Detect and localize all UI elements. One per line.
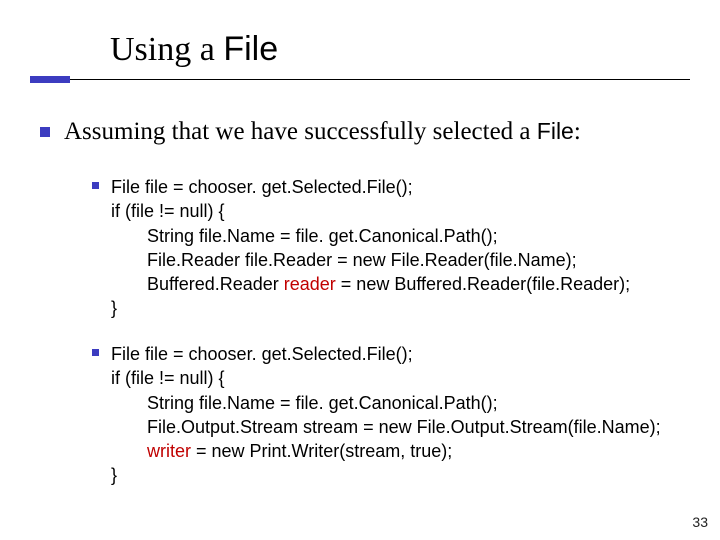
title-accent-bar [30,76,70,83]
code-line: String file.Name = file. get.Canonical.P… [111,391,661,415]
code-line: } [111,298,117,318]
square-bullet-icon [92,182,99,189]
main-bullet: Assuming that we have successfully selec… [40,118,581,146]
code-line: File file = chooser. get.Selected.File()… [111,344,413,364]
code-text: File file = chooser. get.Selected.File()… [111,175,630,321]
title-underline [30,79,690,80]
code-line: } [111,465,117,485]
code-line: File.Reader file.Reader = new File.Reade… [111,248,630,272]
code-line: Buffered.Reader reader = new Buffered.Re… [111,272,630,296]
code-line: String file.Name = file. get.Canonical.P… [111,224,630,248]
main-bullet-text: Assuming that we have successfully selec… [64,118,581,146]
code-line: if (file != null) { [111,368,225,388]
code-frag: = new Buffered.Reader(file.Reader); [336,274,630,294]
title-prefix: Using a [110,31,223,68]
main-bullet-file-word: File [537,118,574,144]
main-bullet-colon: : [574,118,581,145]
code-line: File file = chooser. get.Selected.File()… [111,177,413,197]
code-line: if (file != null) { [111,201,225,221]
square-bullet-icon [40,127,50,137]
main-bullet-prefix: Assuming that we have successfully selec… [64,118,537,145]
code-keyword-reader: reader [284,274,336,294]
code-text: File file = chooser. get.Selected.File()… [111,342,661,488]
code-keyword-writer: writer [147,441,191,461]
code-frag: Buffered.Reader [147,274,284,294]
page-number: 33 [692,514,708,530]
slide-title: Using a File [110,30,278,69]
slide: Using a File Assuming that we have succe… [0,0,720,540]
code-block-writer: File file = chooser. get.Selected.File()… [92,342,661,488]
title-file-word: File [223,30,278,68]
code-line: File.Output.Stream stream = new File.Out… [111,415,661,439]
square-bullet-icon [92,349,99,356]
code-block-reader: File file = chooser. get.Selected.File()… [92,175,630,321]
code-frag: = new Print.Writer(stream, true); [191,441,452,461]
code-line: writer = new Print.Writer(stream, true); [111,439,661,463]
